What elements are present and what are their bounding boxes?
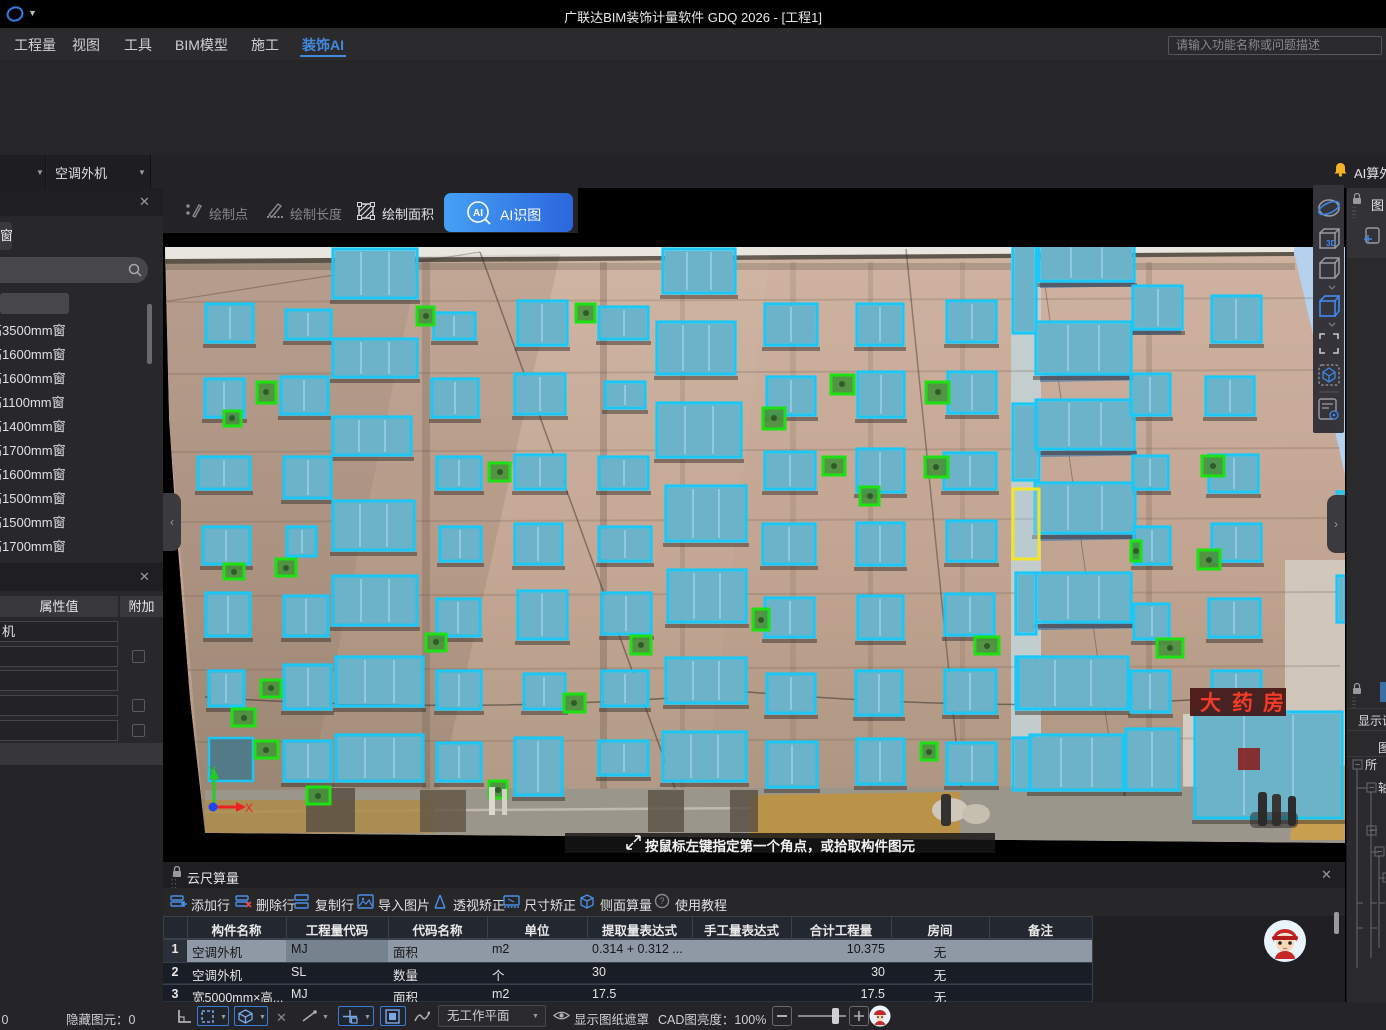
svg-text:Y: Y	[208, 764, 216, 778]
svg-text:药: 药	[1232, 691, 1253, 715]
svg-text:轴: 轴	[1378, 780, 1386, 795]
svg-text:?: ?	[659, 896, 664, 906]
svg-text:3D: 3D	[1326, 239, 1336, 248]
svg-text:X: X	[245, 801, 253, 815]
svg-text:房: 房	[1263, 691, 1284, 715]
svg-text:所: 所	[1365, 758, 1377, 772]
svg-text:大: 大	[1200, 692, 1221, 715]
svg-text:AI: AI	[473, 208, 483, 219]
